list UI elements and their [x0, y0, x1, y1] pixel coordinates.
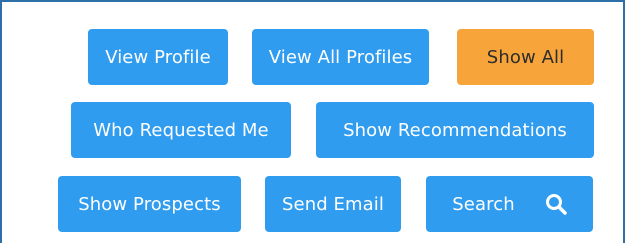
- who-requested-me-button[interactable]: Who Requested Me: [71, 102, 291, 158]
- show-prospects-button[interactable]: Show Prospects: [58, 176, 241, 232]
- who-requested-me-label: Who Requested Me: [93, 119, 269, 141]
- view-profile-label: View Profile: [105, 46, 211, 68]
- show-prospects-label: Show Prospects: [78, 193, 221, 215]
- show-all-label: Show All: [486, 46, 565, 68]
- send-email-label: Send Email: [282, 193, 384, 215]
- view-all-profiles-button[interactable]: View All Profiles: [252, 29, 429, 85]
- show-recommendations-button[interactable]: Show Recommendations: [316, 102, 594, 158]
- search-icon: [545, 193, 567, 215]
- show-recommendations-label: Show Recommendations: [343, 119, 567, 141]
- send-email-button[interactable]: Send Email: [265, 176, 401, 232]
- search-button[interactable]: Search: [426, 176, 593, 232]
- search-label: Search: [452, 193, 515, 215]
- show-all-button[interactable]: Show All: [457, 29, 594, 85]
- view-profile-button[interactable]: View Profile: [88, 29, 228, 85]
- view-all-profiles-label: View All Profiles: [268, 46, 413, 68]
